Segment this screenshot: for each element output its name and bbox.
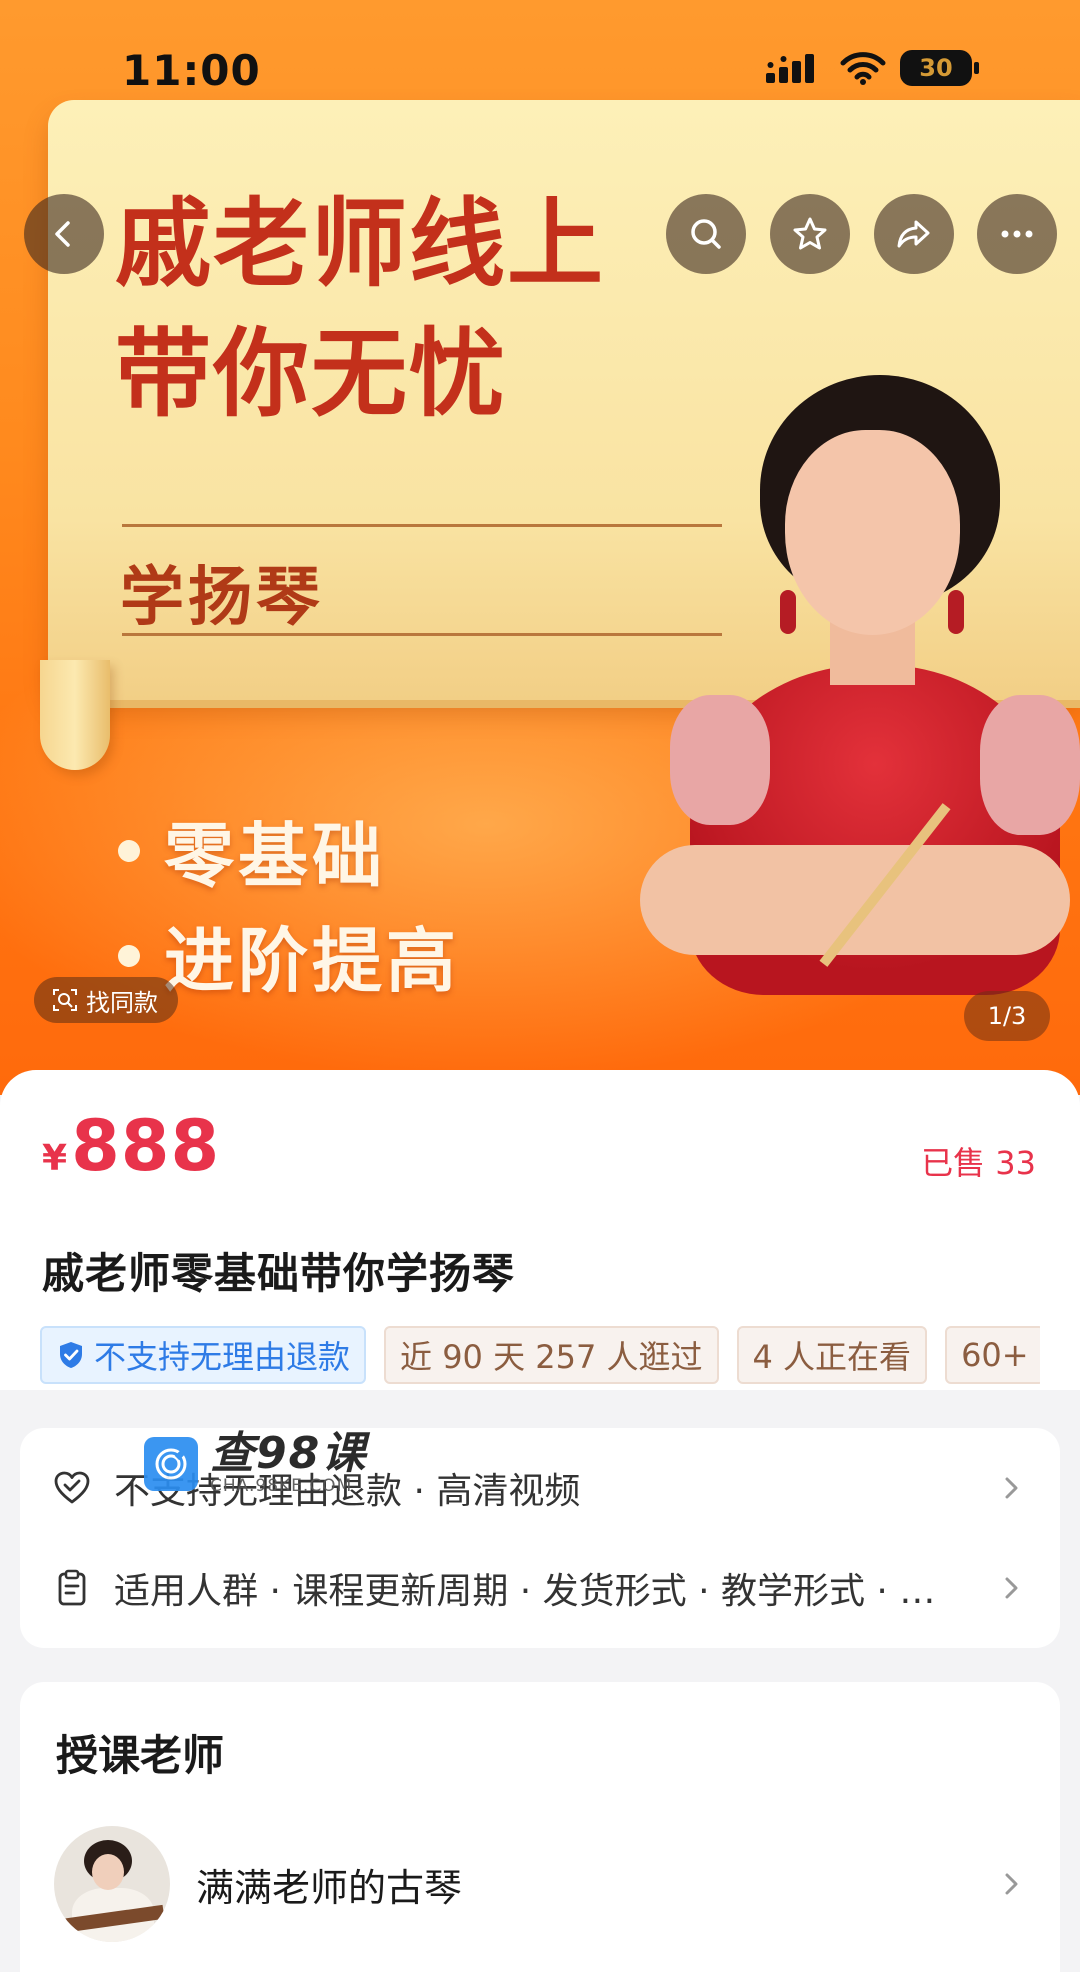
back-button[interactable] (24, 194, 104, 274)
poster-bullet: 零基础 (118, 800, 386, 901)
service-text: 适用人群 · 课程更新周期 · 发货形式 · 教学形式 · … (114, 1571, 936, 1612)
chevron-left-icon (55, 221, 70, 247)
watching-tag: 4 人正在看 (736, 1326, 928, 1384)
poster-bullet-text: 进阶提高 (164, 920, 460, 1002)
heart-shield-icon (52, 1468, 92, 1508)
watermark-main: 查98课 (210, 1428, 368, 1479)
teacher-card: 授课老师 满满老师的古琴 (20, 1682, 1060, 1972)
battery-cap (974, 62, 979, 74)
search-button[interactable] (666, 194, 746, 274)
sold-count: 已售 33 (921, 1144, 1036, 1182)
more-icon (1001, 230, 1033, 238)
find-same-label: 找同款 (86, 988, 158, 1017)
more-button[interactable] (977, 194, 1057, 274)
watermark-logo-icon (144, 1437, 198, 1491)
avatar-face (92, 1854, 124, 1890)
portrait-sleeve (980, 695, 1080, 835)
status-time: 11:00 (122, 46, 261, 95)
teacher-row[interactable]: 满满老师的古琴 (20, 1822, 1060, 1946)
cellular-signal-icon (766, 54, 814, 83)
poster-headline-2: 带你无忧 (115, 318, 507, 430)
image-page-indicator: 1/3 (964, 991, 1050, 1041)
chevron-right-icon (1005, 1577, 1018, 1599)
watermark-text: 查98课 CHA.98KE.COM (210, 1428, 368, 1497)
shield-check-icon (60, 1342, 82, 1368)
price: ¥ 888 (42, 1105, 220, 1187)
hero-banner[interactable]: 戚老师线上 带你无忧 学扬琴 零基础 进阶提高 找同款 1/3 (0, 0, 1080, 1095)
portrait-face (785, 430, 960, 635)
teacher-portrait (630, 365, 1080, 1055)
tag-label: 不支持无理由退款 (94, 1338, 351, 1376)
poster-headline-1: 戚老师线上 (115, 188, 605, 300)
watermark: 查98课 CHA.98KE.COM (144, 1432, 367, 1496)
bullet-dot (118, 944, 140, 967)
bullet-dot (118, 839, 140, 862)
poster-subject: 学扬琴 (120, 561, 324, 635)
battery-icon: 30 (900, 50, 979, 86)
service-row-details[interactable]: 适用人群 · 课程更新周期 · 发货形式 · 教学形式 · … (20, 1548, 1060, 1628)
watermark-sub: CHA.98KE.COM (210, 1476, 353, 1496)
views-tag: 近 90 天 257 人逛过 (384, 1326, 719, 1384)
search-icon (691, 219, 721, 249)
avatar (54, 1826, 170, 1942)
clipboard-icon (52, 1568, 92, 1608)
portrait-arms (640, 845, 1070, 955)
share-button[interactable] (874, 194, 954, 274)
teacher-section-title: 授课老师 (56, 1731, 225, 1780)
teacher-name: 满满老师的古琴 (196, 1865, 463, 1910)
star-icon (793, 217, 827, 250)
more-tag: 60+ (945, 1326, 1040, 1384)
portrait-earring (780, 590, 796, 634)
favorite-button[interactable] (770, 194, 850, 274)
poster-bullet-text: 零基础 (164, 815, 386, 897)
product-title: 戚老师零基础带你学扬琴 (42, 1249, 516, 1298)
wifi-icon (840, 52, 886, 85)
chevron-right-icon (1005, 1477, 1018, 1499)
currency-symbol: ¥ (42, 1138, 68, 1179)
portrait-sleeve (670, 695, 770, 825)
price-amount: 888 (71, 1105, 221, 1187)
find-same-button[interactable]: 找同款 (34, 977, 178, 1023)
tag-row[interactable]: 不支持无理由退款 近 90 天 257 人逛过 4 人正在看 60+ (40, 1326, 1040, 1386)
status-icons: 30 (766, 50, 979, 86)
chevron-right-icon (1005, 1873, 1018, 1895)
scan-search-icon (53, 989, 77, 1011)
poster-scroll-curl (40, 660, 110, 770)
battery-level: 30 (919, 54, 953, 82)
refund-policy-tag[interactable]: 不支持无理由退款 (40, 1326, 367, 1384)
share-icon (897, 220, 930, 248)
portrait-earring (948, 590, 964, 634)
